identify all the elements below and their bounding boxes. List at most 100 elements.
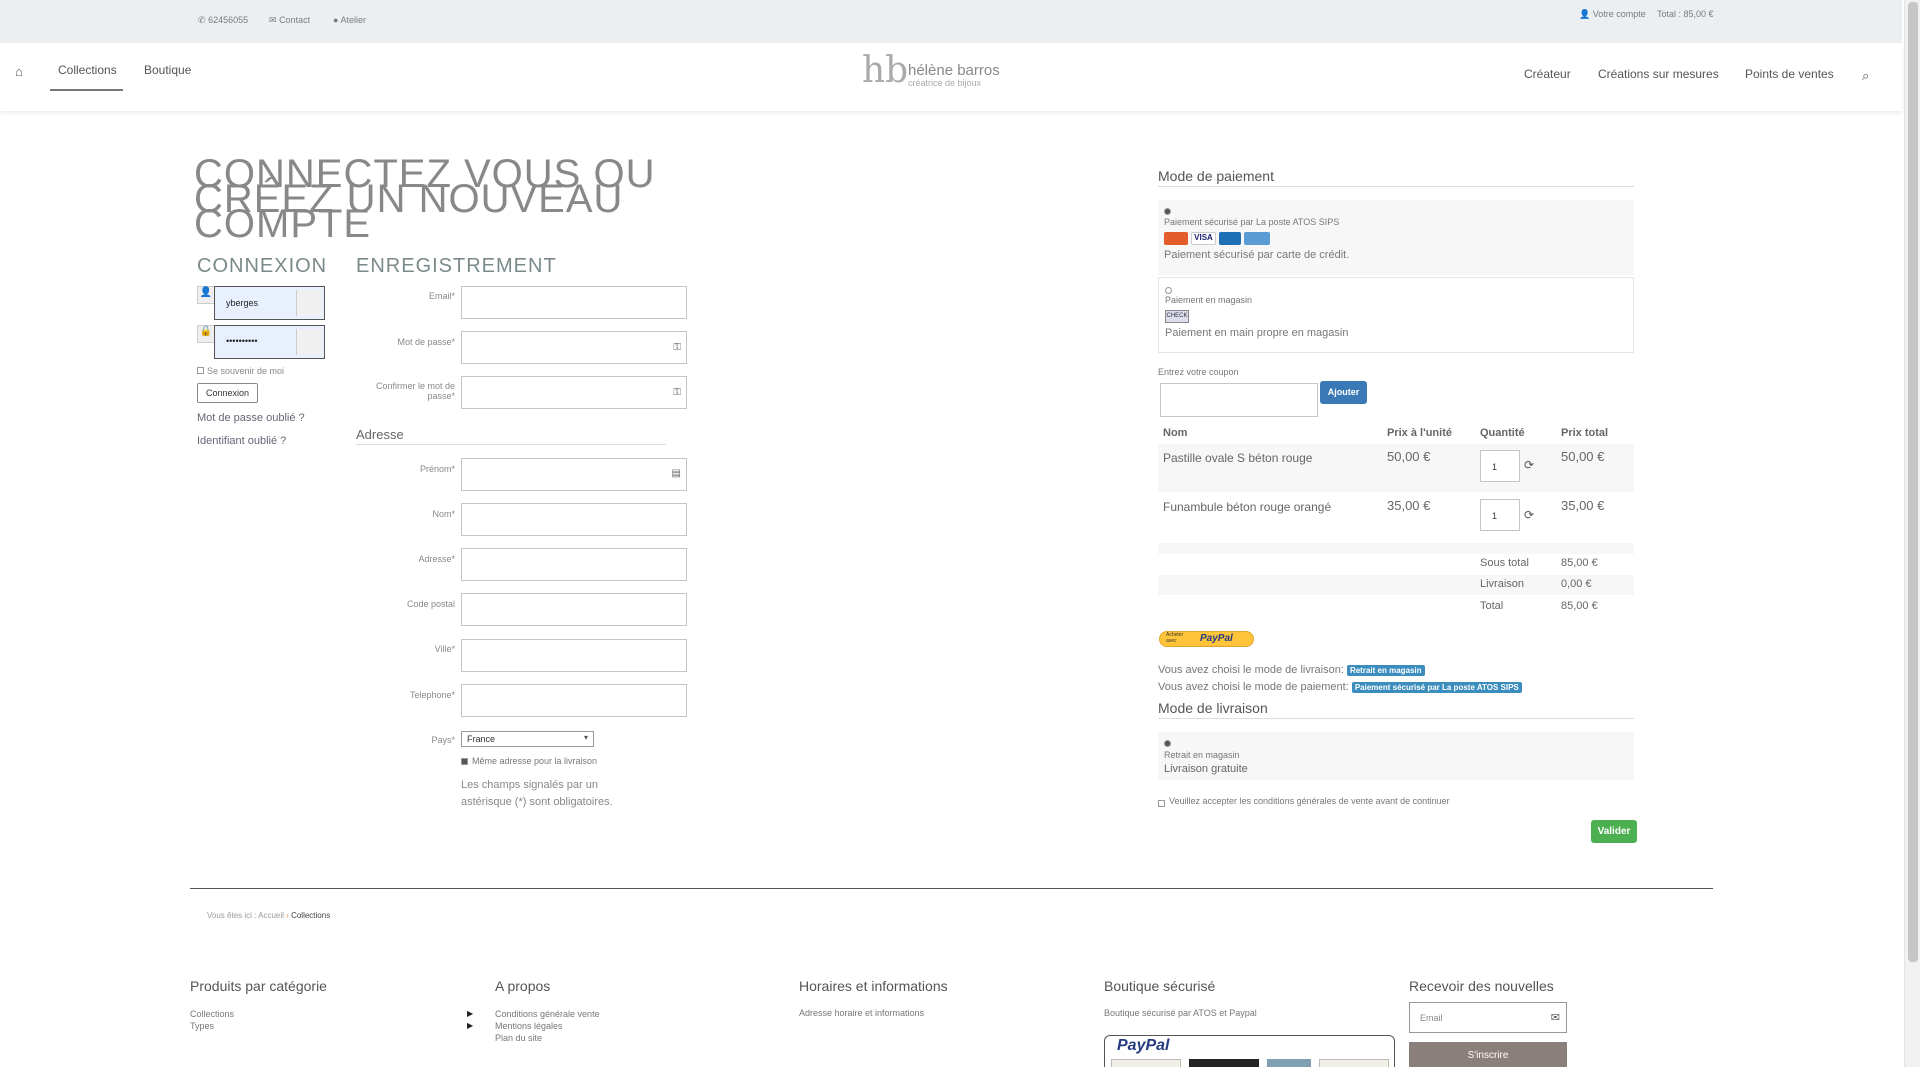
confirm-password-label: Confirmer le mot de passe* [375,381,455,401]
adresse-field[interactable] [461,548,687,581]
divider [190,888,1713,889]
envelope-icon: ✉ [269,15,277,25]
password-label: Mot de passe* [397,337,455,347]
footer-link-collections[interactable]: Collections [190,1009,234,1019]
atelier-link[interactable]: ● Atelier [333,15,366,25]
nom-label: Nom* [432,509,455,519]
newsletter-icon: ✉ [1550,1012,1560,1024]
nom-field[interactable] [461,503,687,536]
code-postal-field[interactable] [461,593,687,626]
footer-title-categories: Produits par catégorie [190,978,327,994]
username-addon [296,290,322,316]
page-title: CONNECTEZ VOUS OU CRÉEZ UN NOUVEAU COMPT… [194,152,656,246]
nav-boutique[interactable]: Boutique [144,63,191,77]
nav-points-de-ventes[interactable]: Points de ventes [1745,67,1834,81]
delivery-option-store[interactable]: Retrait en magasin Livraison gratuite [1158,732,1634,780]
footer-link-mentions[interactable]: Mentions légales [495,1021,563,1031]
divider [1158,718,1634,719]
forgot-password-link[interactable]: Mot de passe oublié ? [197,412,305,424]
page-scrollbar[interactable] [1904,0,1920,1067]
confirm-password-field[interactable]: ⚿ [461,376,687,409]
user-icon: 👤 [1579,9,1591,19]
same-address-label: Même adresse pour la livraison [472,756,598,766]
paypal-logos-box: PayPal [1104,1035,1395,1067]
required-note-2: astérisque (*) sont obligatoires. [461,796,613,808]
email-field[interactable] [461,286,687,319]
footer-link-plan[interactable]: Plan du site [495,1033,542,1043]
address-section-title: Adresse [356,427,404,442]
pays-select[interactable]: France ▾ [461,731,594,747]
delivery-choice-line: Vous avez choisi le mode de livraison: R… [1158,664,1425,676]
col-prix-unite: Prix à l'unité [1387,427,1452,439]
arrow-right-icon: ▶ [467,1021,474,1030]
amex-icon [1244,232,1270,245]
table-spacer [1158,543,1634,554]
account-link[interactable]: 👤 Votre compte [1579,9,1646,20]
shipping-row: Livraison 0,00 € [1158,575,1634,595]
telephone-field[interactable] [461,684,687,717]
register-password-field[interactable]: ⚿ [461,331,687,364]
site-logo[interactable]: hb hélène barros créatrice de bijoux [862,50,1002,94]
nav-createur[interactable]: Créateur [1524,67,1571,81]
paypal-checkout-button[interactable]: Acheter avec PayPal [1159,631,1254,647]
footer-link-horaires[interactable]: Adresse horaire et informations [799,1008,924,1018]
user-icon: 👤 [197,286,215,304]
coupon-label: Entrez votre coupon [1158,367,1239,377]
ville-field[interactable] [461,639,687,672]
ville-label: Ville* [434,644,455,654]
validate-button[interactable]: Valider [1591,820,1637,843]
adresse-label: Adresse* [418,554,455,564]
required-note-1: Les champs signalés par un [461,779,598,791]
phone-icon: ✆ [198,15,206,25]
nav-creations[interactable]: Créations sur mesures [1598,67,1719,81]
login-button[interactable]: Connexion [197,383,258,403]
coupon-input[interactable] [1160,383,1318,417]
remember-checkbox[interactable] [197,367,204,374]
subtotal-row: Sous total 85,00 € [1480,557,1598,569]
refresh-icon[interactable]: ⟳ [1524,508,1534,522]
scrollbar-thumb[interactable] [1908,2,1918,962]
nav-collections[interactable]: Collections [58,63,117,77]
delivery-radio[interactable] [1164,740,1171,747]
delivery-title: Mode de livraison [1158,700,1268,716]
footer-link-cgv[interactable]: Conditions générale vente [495,1009,600,1019]
same-address-checkbox[interactable] [461,758,468,765]
subscribe-button[interactable]: S'inscrire [1409,1042,1567,1067]
contact-link[interactable]: ✉ Contact [269,15,310,26]
payment-store-radio[interactable] [1165,287,1172,294]
card-logo [1189,1059,1259,1067]
table-row: Funambule béton rouge orangé 35,00 € 1 ⟳… [1158,492,1634,541]
add-coupon-button[interactable]: Ajouter [1320,381,1367,404]
email-label: Email* [428,291,455,301]
cgv-checkbox[interactable] [1158,800,1165,807]
card-logo [1267,1059,1311,1067]
divider [356,444,666,445]
col-prix-total: Prix total [1561,427,1609,439]
newsletter-email-input[interactable]: Email ✉ [1409,1002,1567,1033]
prenom-field[interactable]: ▤ [461,458,687,491]
chevron-down-icon: ▾ [583,733,588,742]
username-field[interactable]: yberges [214,286,325,320]
forgot-id-link[interactable]: Identifiant oublié ? [197,435,286,447]
footer-title-horaires: Horaires et informations [799,978,948,994]
password-field[interactable]: •••••••••• [214,325,325,359]
code-postal-label: Code postal [406,599,455,609]
footer-link-types[interactable]: Types [190,1021,214,1031]
breadcrumb-home[interactable]: Accueil [258,911,284,920]
footer-title-boutique: Boutique sécurisé [1104,978,1216,994]
payment-atos-radio[interactable] [1164,208,1171,215]
divider [1158,186,1634,187]
footer-secure-text: Boutique sécurisé par ATOS et Paypal [1104,1008,1257,1018]
top-bar: ✆ 62456055 ✉ Contact ● Atelier 👤 Votre c… [0,0,1902,43]
arrow-right-icon: ▶ [467,1009,474,1018]
quantity-input[interactable]: 1 [1480,499,1520,531]
refresh-icon[interactable]: ⟳ [1524,458,1534,472]
search-icon[interactable]: ⌕ [1862,68,1869,84]
phone-link[interactable]: ✆ 62456055 [198,15,248,26]
home-icon[interactable]: ⌂ [15,64,23,79]
col-nom: Nom [1163,427,1188,439]
payment-option-atos[interactable]: Paiement sécurisé par La poste ATOS SIPS… [1158,200,1634,275]
payment-option-store[interactable]: Paiement en magasin CHECK Paiement en ma… [1158,277,1634,353]
quantity-input[interactable]: 1 [1480,450,1520,482]
cart-total[interactable]: Total : 85,00 € [1657,9,1714,19]
